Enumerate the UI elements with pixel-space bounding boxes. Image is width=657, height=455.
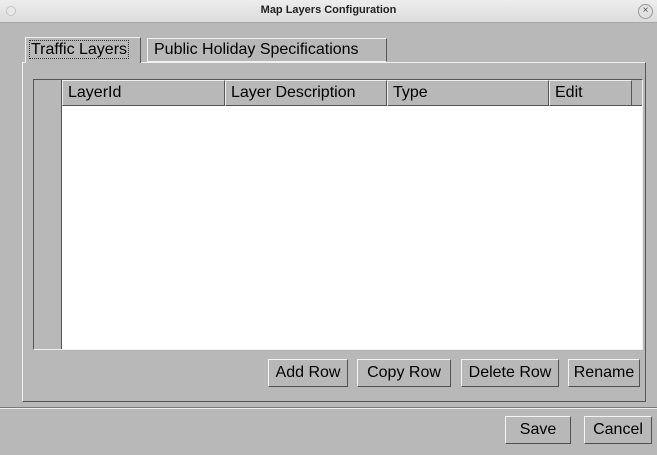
window-title: Map Layers Configuration xyxy=(260,4,397,16)
copy-row-button[interactable]: Copy Row xyxy=(357,359,451,387)
tab-traffic-layers[interactable]: Traffic Layers xyxy=(25,37,141,63)
rename-button[interactable]: Rename xyxy=(568,359,640,387)
tab-label: Traffic Layers xyxy=(28,40,130,59)
column-header-type[interactable]: Type xyxy=(387,80,549,106)
column-header-layer-description[interactable]: Layer Description xyxy=(225,80,387,106)
save-button[interactable]: Save xyxy=(505,416,571,444)
add-row-button[interactable]: Add Row xyxy=(268,359,348,387)
separator xyxy=(0,407,657,409)
column-header-layerid[interactable]: LayerId xyxy=(62,80,225,106)
delete-row-button[interactable]: Delete Row xyxy=(461,359,559,387)
row-header-column xyxy=(34,80,62,349)
close-icon[interactable]: × xyxy=(638,4,653,19)
layers-table[interactable]: LayerId Layer Description Type Edit xyxy=(33,79,643,350)
title-bar: Map Layers Configuration × xyxy=(0,0,657,23)
header-filler xyxy=(632,80,642,106)
tab-label: Public Holiday Specifications xyxy=(154,41,359,58)
column-header-edit[interactable]: Edit xyxy=(549,80,632,106)
cancel-button[interactable]: Cancel xyxy=(584,416,652,444)
tab-public-holiday-specifications[interactable]: Public Holiday Specifications xyxy=(147,38,387,62)
